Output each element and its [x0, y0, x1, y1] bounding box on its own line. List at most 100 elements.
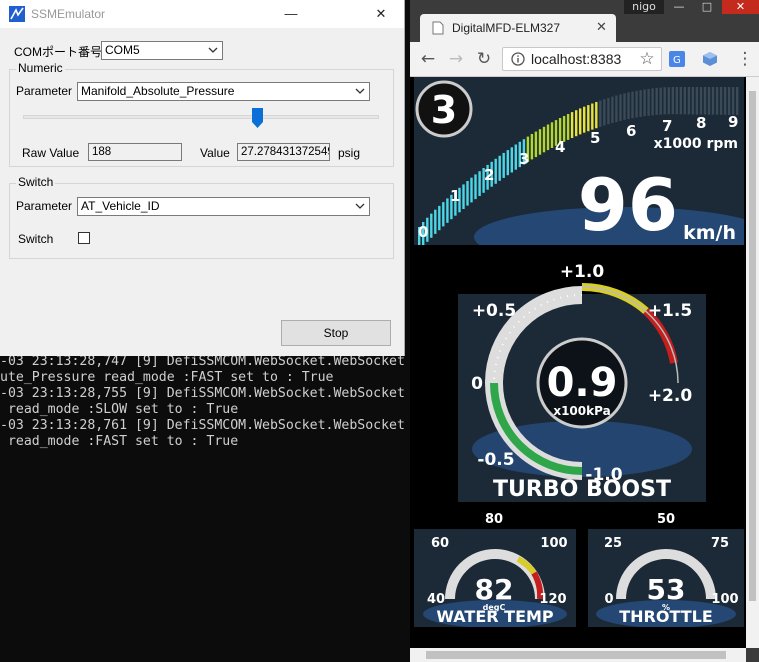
title-bar: SSMEmulator — ✕: [0, 0, 404, 28]
com-port-label: COMポート番号: [14, 45, 102, 59]
tacho-segment: [639, 90, 642, 117]
cube-extension-icon[interactable]: [702, 51, 718, 67]
tacho-segment: [655, 87, 658, 115]
horizontal-scrollbar-thumb[interactable]: [426, 651, 726, 659]
tacho-segment: [619, 94, 622, 121]
minimize-button[interactable]: —: [276, 3, 306, 25]
water-value: 82: [475, 573, 514, 606]
console-log: -03 23:13:28,747 [9] DefiSSMCOM.WebSocke…: [0, 354, 405, 450]
tacho-segment: [687, 87, 691, 115]
tacho-segment: [731, 87, 735, 115]
boost-tick-label: -0.5: [477, 450, 514, 470]
tacho-segment: [579, 108, 582, 135]
tacho-segment: [583, 106, 586, 133]
tacho-segment: [675, 87, 678, 115]
speed-value: 96: [578, 163, 678, 245]
tacho-segment: [538, 129, 542, 155]
tacho-segment: [470, 177, 473, 203]
boost-value: 0.9: [547, 360, 618, 406]
maximize-icon[interactable]: □: [694, 0, 720, 14]
water-tick-label: 80: [485, 512, 503, 527]
forward-icon[interactable]: →: [446, 49, 466, 69]
value-field[interactable]: 27.278431372549: [237, 143, 330, 161]
console-line: read_mode :FAST set to : True: [0, 434, 239, 449]
water-tick-label: 120: [539, 592, 566, 607]
tacho-segment: [542, 126, 546, 153]
switch-checkbox[interactable]: [78, 232, 90, 244]
logo: 3: [431, 88, 457, 132]
tacho-segment: [498, 155, 501, 181]
reload-icon[interactable]: ↻: [474, 49, 494, 69]
rpm-tick-label: 2: [484, 166, 494, 184]
stop-button[interactable]: Stop: [281, 320, 391, 346]
chevron-down-icon: [208, 47, 218, 53]
tacho-segment: [627, 92, 630, 119]
tacho-segment: [502, 152, 505, 178]
switch-parameter-select[interactable]: AT_Vehicle_ID: [77, 197, 370, 216]
rpm-tick-label: 4: [555, 138, 565, 156]
boost-tick-label: +0.5: [472, 301, 516, 321]
tab-close-icon[interactable]: ✕: [596, 19, 607, 35]
value-label: Value: [200, 146, 230, 160]
water-tick-label: 40: [427, 592, 445, 607]
vertical-scrollbar[interactable]: [746, 77, 759, 648]
url-text: localhost:8383: [531, 51, 622, 67]
tacho-segment: [434, 209, 437, 234]
tacho-segment: [530, 134, 534, 160]
boost-tick-label: +1.5: [648, 301, 692, 321]
rpm-tick-label: 8: [696, 114, 706, 132]
water-temp-panel: 82 degC 80 60 100 40 120 WATER TEMP: [414, 512, 576, 627]
minimize-icon[interactable]: —: [666, 0, 692, 14]
boost-unit: x100kPa: [553, 404, 610, 418]
tacho-segment: [430, 213, 433, 238]
raw-value-field[interactable]: 188: [88, 143, 182, 161]
tacho-segment: [623, 93, 626, 120]
close-button[interactable]: ✕: [366, 3, 396, 25]
close-window-icon[interactable]: ✕: [722, 0, 759, 14]
tacho-segment: [478, 171, 481, 196]
numeric-parameter-select[interactable]: Manifold_Absolute_Pressure: [77, 82, 370, 101]
throttle-tick-label: 0: [604, 592, 613, 607]
tacho-segment: [615, 95, 618, 122]
boost-tick-label: 0: [471, 374, 483, 394]
horizontal-scrollbar[interactable]: [410, 648, 746, 662]
tab-digitalmfd[interactable]: DigitalMFD-ELM327 ✕: [420, 14, 616, 42]
switch-parameter-value: AT_Vehicle_ID: [81, 199, 160, 213]
value-slider-thumb[interactable]: [252, 108, 264, 128]
console-line: -03 23:13:28,755 [9] DefiSSMCOM.WebSocke…: [0, 386, 405, 401]
console-line: read_mode :SLOW set to : True: [0, 402, 239, 417]
tacho-segment: [575, 110, 578, 137]
unit-label: psig: [338, 146, 361, 160]
numeric-parameter-label: Parameter: [16, 84, 73, 98]
tacho-segment: [506, 150, 509, 176]
value-slider-track[interactable]: [23, 115, 379, 119]
tacho-segment: [570, 112, 574, 138]
throttle-tick-label: 100: [711, 592, 738, 607]
tacho-segment: [667, 87, 670, 115]
profile-name[interactable]: nigo: [624, 0, 664, 14]
bookmark-star-icon[interactable]: ☆: [637, 49, 657, 69]
tacho-segment: [647, 88, 650, 116]
com-port-value: COM5: [105, 43, 140, 57]
tacho-segment: [566, 114, 570, 140]
translate-extension-icon[interactable]: G: [669, 51, 685, 67]
tacho-segment: [587, 105, 590, 132]
tacho-segment: [442, 202, 445, 227]
menu-icon[interactable]: ⋮: [735, 49, 755, 69]
tab-title: DigitalMFD-ELM327: [452, 21, 561, 35]
com-port-select[interactable]: COM5: [101, 41, 223, 60]
tab-strip: DigitalMFD-ELM327 ✕ nigo — □ ✕: [410, 0, 759, 42]
chevron-down-icon: [355, 88, 365, 94]
tacho-segment: [631, 91, 634, 119]
tacho-segment: [679, 87, 682, 115]
switch-label: Switch: [18, 232, 54, 246]
back-icon[interactable]: ←: [418, 49, 438, 69]
tacho-panel: 3 0 1 2 3 4 5 6 7 8 9 x1000 rpm 96 km/h: [414, 77, 744, 245]
browser-toolbar: ← → ↻ localhost:8383 ☆ G ⋮: [410, 42, 759, 77]
numeric-group: Numeric Parameter Manifold_Absolute_Pres…: [9, 61, 394, 167]
vertical-scrollbar-thumb[interactable]: [749, 91, 756, 601]
throttle-tick-label: 75: [711, 536, 729, 551]
tacho-segment: [707, 87, 711, 115]
tacho-segment: [695, 87, 699, 115]
svg-text:G: G: [673, 55, 681, 66]
